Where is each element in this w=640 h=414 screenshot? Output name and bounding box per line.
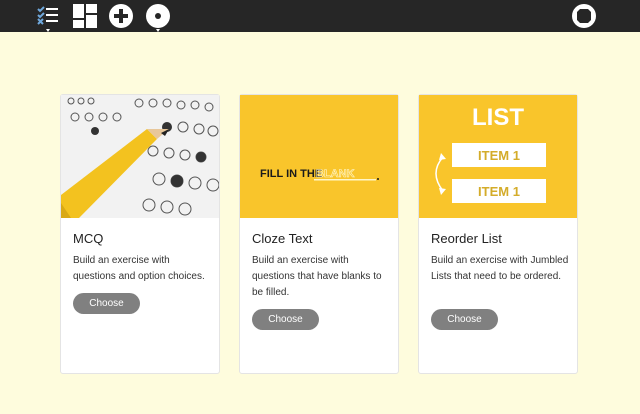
answer-sheet-image [61,95,219,218]
card-cloze-text: FILL IN THE BLANK Cloze Text Build an ex… [239,94,399,374]
blank-word: BLANK [316,168,355,180]
dashboard-icon[interactable] [72,3,98,29]
dropdown-caret-icon [156,29,160,32]
record-icon[interactable] [145,3,171,32]
choose-cloze-button[interactable]: Choose [252,309,319,330]
fill-in-the-blank-image: FILL IN THE BLANK [240,95,398,218]
list-reorder-image: LIST ITEM 1 ITEM 1 [419,95,577,218]
choose-mcq-button[interactable]: Choose [73,293,140,314]
list-item-label: ITEM 1 [478,148,520,163]
stop-icon[interactable] [571,3,597,29]
add-icon[interactable] [108,3,134,29]
card-reorder-list: LIST ITEM 1 ITEM 1 Reorder List Build an… [418,94,578,374]
fill-in-the-text: FILL IN THE [260,168,322,180]
card-description: Build an exercise with questions and opt… [73,255,205,282]
card-description: Build an exercise with Jumbled Lists tha… [431,255,569,282]
card-title: MCQ [73,231,104,246]
card-description: Build an exercise with questions that ha… [252,255,382,298]
list-heading: LIST [472,104,524,131]
card-title: Reorder List [431,231,502,246]
list-item-label: ITEM 1 [478,184,520,199]
card-title: Cloze Text [252,231,313,246]
card-mcq: MCQ Build an exercise with questions and… [60,94,220,374]
choose-reorder-button[interactable]: Choose [431,309,498,330]
top-toolbar [0,0,640,32]
dropdown-caret-icon [46,29,50,32]
checklist-icon[interactable] [35,3,61,32]
